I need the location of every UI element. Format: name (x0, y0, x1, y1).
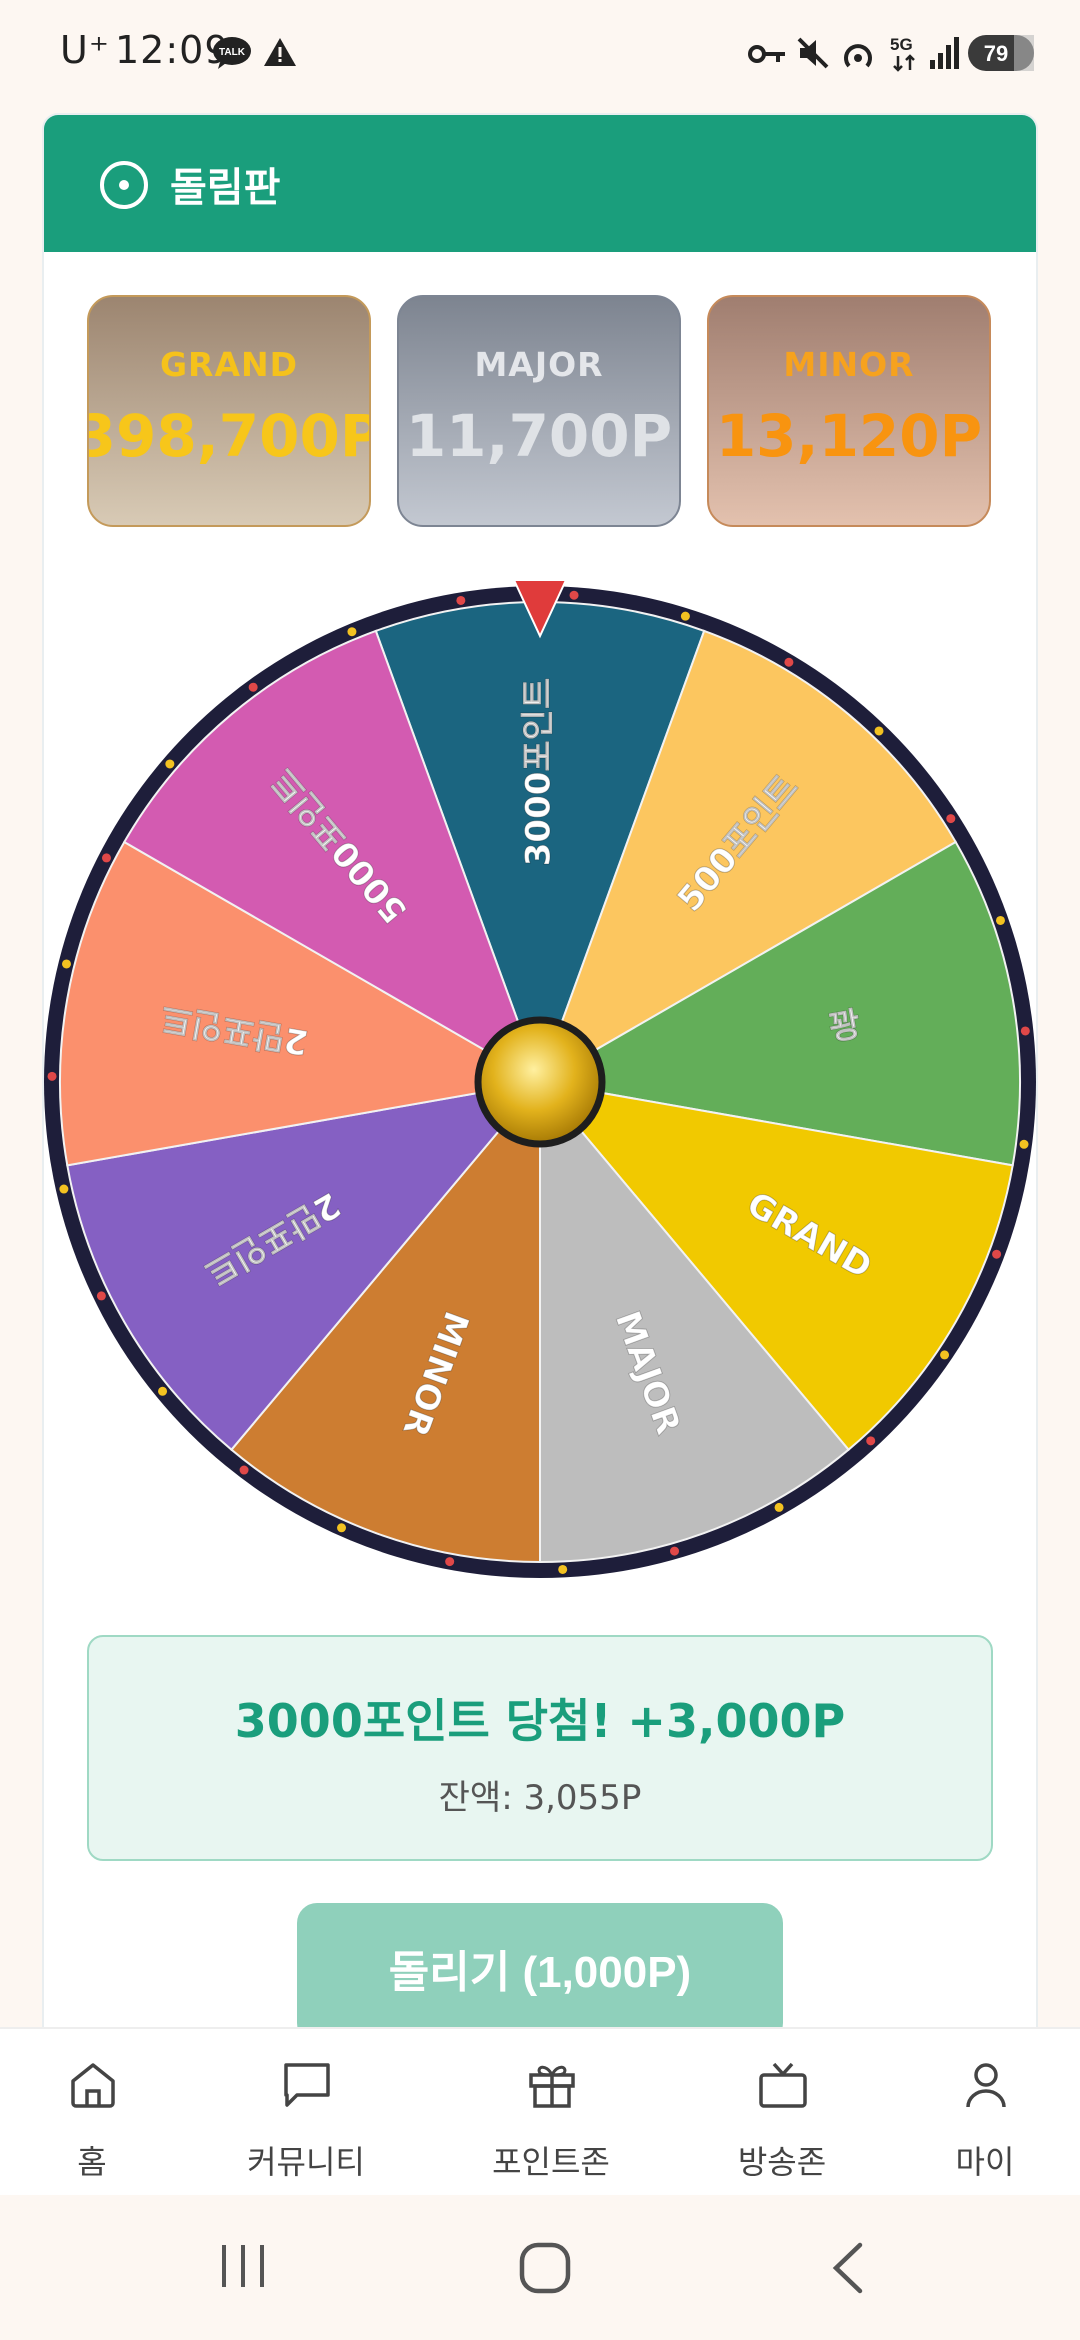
status-bar: U⁺ 12:09 TALK 5G 79 (0, 0, 1080, 104)
home-circle-icon[interactable] (518, 2241, 572, 2299)
rim-light (992, 1249, 1002, 1259)
rim-light (946, 814, 956, 824)
rim-light (774, 1502, 784, 1512)
mute-icon (796, 36, 830, 74)
rim-light (940, 1350, 950, 1360)
nav-community[interactable]: 커뮤니티 (206, 2029, 406, 2197)
nav-label: 커뮤니티 (247, 2143, 365, 2181)
nav-label: 마이 (955, 2143, 1015, 2181)
rim-light (337, 1523, 347, 1533)
nav-home[interactable]: 홈 (0, 2029, 192, 2197)
rim-light (1020, 1026, 1030, 1036)
svg-text:5G: 5G (890, 35, 913, 54)
rim-light (96, 1291, 106, 1301)
battery-icon: 79 (968, 35, 1034, 75)
result-box: 3000포인트 당첨! +3,000P 잔액: 3,055P (87, 1635, 993, 1861)
recent-apps-icon[interactable] (218, 2241, 268, 2295)
user-icon (966, 2063, 1006, 2108)
rim-light (569, 590, 579, 600)
rim-light (347, 627, 357, 637)
rim-light (995, 915, 1005, 925)
chat-bubble-icon (284, 2063, 330, 2107)
carrier-label: U⁺ (60, 28, 110, 72)
kakaotalk-icon: TALK (212, 36, 252, 74)
rim-light (1019, 1139, 1029, 1149)
rim-light (866, 1436, 876, 1446)
rim-light (165, 759, 175, 769)
rim-light (680, 611, 690, 621)
key-icon (748, 42, 786, 70)
wheel-hub (474, 1016, 606, 1148)
result-message: 3000포인트 당첨! +3,000P (234, 1694, 846, 1748)
bottom-nav: 홈 커뮤니티 포인트존 방송존 마이 (0, 2027, 1080, 2197)
rim-light (874, 726, 884, 736)
rim-light (61, 959, 71, 969)
spin-button[interactable]: 돌리기 (1,000P) (297, 1903, 783, 2043)
nav-my[interactable]: 마이 (885, 2029, 1080, 2197)
rim-light (101, 853, 111, 863)
wheel-segment-label: 3000포인트 (519, 678, 559, 866)
rim-light (558, 1564, 568, 1574)
gift-icon (529, 2065, 575, 2108)
signal-icon (928, 36, 962, 74)
balance-text: 잔액: 3,055P (438, 1778, 642, 1818)
rim-light (784, 657, 794, 667)
nav-label: 방송존 (737, 2143, 827, 2181)
warning-icon (262, 36, 298, 72)
nav-point-zone[interactable]: 포인트존 (451, 2029, 651, 2197)
roulette-card: 돌림판 GRAND 398,700P MAJOR 11,700P MINOR 1… (44, 115, 1036, 2115)
rim-light (59, 1184, 69, 1194)
tv-icon (759, 2062, 807, 2108)
nav-broadcast-zone[interactable]: 방송존 (682, 2029, 882, 2197)
roulette-wheel: 3000포인트 500포인트꽝GRANDMAJORMINOR2만포인트2만포인트5… (44, 579, 1036, 1578)
rim-light (445, 1557, 455, 1567)
rim-light (47, 1071, 57, 1081)
system-nav-bar (0, 2195, 1080, 2340)
svg-text:79: 79 (984, 41, 1008, 66)
rim-light (239, 1465, 249, 1475)
hotspot-icon (840, 38, 876, 76)
home-icon (71, 2063, 115, 2108)
rim-light (158, 1386, 168, 1396)
nav-label: 홈 (77, 2143, 107, 2181)
rim-light (248, 682, 258, 692)
back-icon[interactable] (826, 2241, 870, 2299)
nav-label: 포인트존 (492, 2143, 610, 2181)
rim-light (670, 1546, 680, 1556)
svg-text:TALK: TALK (219, 47, 246, 58)
rim-light (456, 595, 466, 605)
5g-icon: 5G (890, 34, 924, 78)
